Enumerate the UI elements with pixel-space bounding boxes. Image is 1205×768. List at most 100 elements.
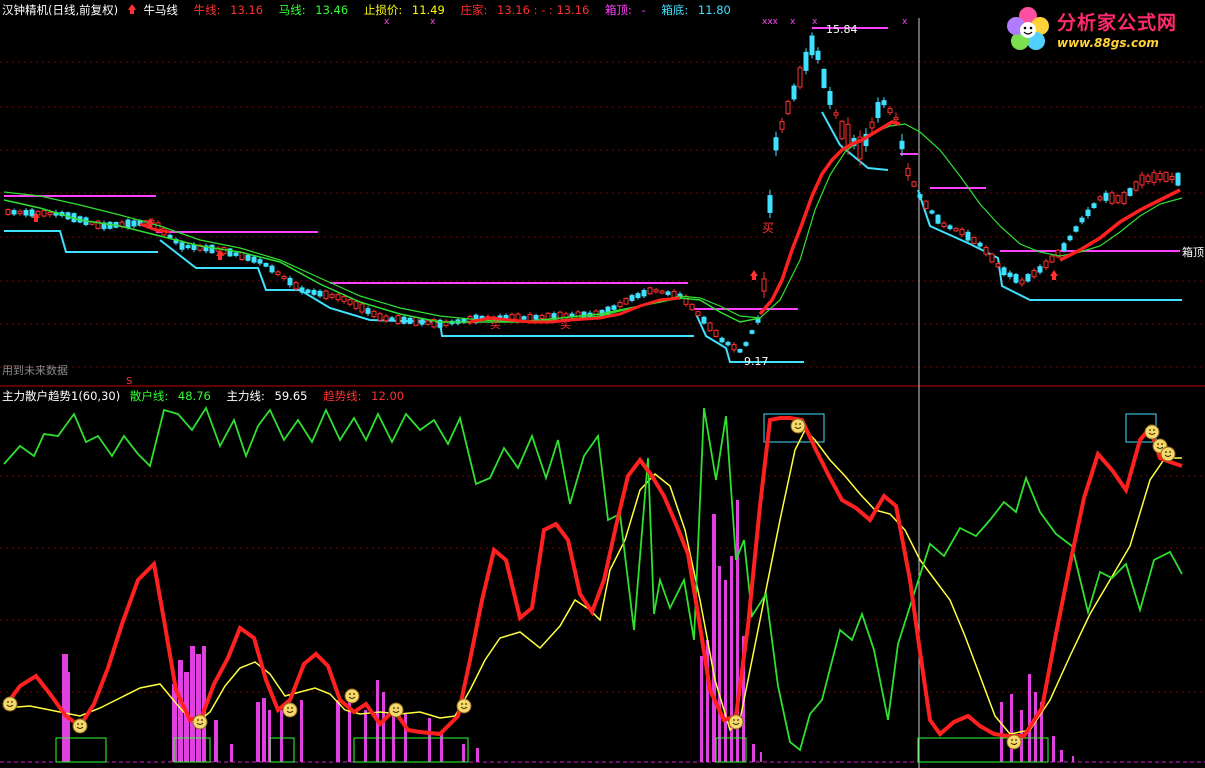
- candle-body: [719, 337, 725, 343]
- candle-body: [287, 277, 293, 286]
- candle-body: [905, 167, 911, 177]
- candle-body: [1043, 260, 1049, 269]
- smiley-eye: [1149, 429, 1151, 431]
- candle-body: [923, 200, 929, 209]
- candle-body: [41, 210, 47, 217]
- candle-body: [635, 293, 641, 299]
- stop-loss-value: 止损价: 11.49: [363, 3, 445, 17]
- candle-body: [827, 91, 833, 105]
- candle-body: [647, 287, 653, 295]
- smiley-eye: [1169, 451, 1171, 453]
- candle-body: [1025, 274, 1031, 282]
- volume-bar: [718, 566, 721, 762]
- candle-body: [617, 301, 623, 307]
- candle-body: [773, 137, 779, 151]
- volume-bar: [700, 656, 703, 762]
- candle-body: [1067, 235, 1073, 241]
- retail-line-value: 散户线: 48.76: [129, 389, 211, 403]
- volume-bar: [336, 700, 340, 762]
- candle-body: [1001, 267, 1007, 276]
- svg-text:xxx: xxx: [762, 17, 779, 27]
- candle-body: [815, 50, 821, 61]
- candle-body: [329, 294, 335, 298]
- future-data-note: 用到未来数据: [2, 364, 68, 377]
- candle-body: [785, 100, 791, 115]
- volume-bar: [300, 700, 303, 762]
- volume-bar: [230, 744, 233, 762]
- smiley-eye: [397, 707, 399, 709]
- candle-body: [179, 242, 185, 250]
- main-panel-header: 汉钟精机(日线,前复权) ⇧ 牛马线 牛线: 13.16 马线: 13.46 止损…: [2, 2, 743, 18]
- candle-body: [47, 211, 53, 216]
- box-top-axis-label: 箱顶: [1182, 246, 1204, 259]
- candle-body: [17, 210, 23, 215]
- candle-body: [209, 244, 215, 254]
- candle-body: [1073, 226, 1079, 232]
- s-marker: S: [126, 376, 132, 387]
- sub-indicator-name: 主力散户趋势1(60,30): [2, 389, 121, 403]
- smiley-eye: [1165, 451, 1167, 453]
- candle-body: [797, 67, 803, 88]
- smiley-eye: [1011, 739, 1013, 741]
- candle-body: [401, 316, 407, 324]
- volume-bar: [280, 710, 283, 762]
- candle-body: [23, 209, 29, 216]
- indicator-name: ⇧ 牛马线: [127, 3, 178, 17]
- candle-body: [419, 319, 425, 325]
- smiley-eye: [1161, 443, 1163, 445]
- volume-bar: [392, 712, 395, 762]
- smiley-eye: [737, 719, 739, 721]
- candle-body: [1145, 175, 1151, 183]
- horse-line: [3, 123, 1183, 323]
- candle-body: [1139, 174, 1145, 186]
- horse-line-value: 马线: 13.46: [278, 3, 349, 17]
- candle-body: [983, 247, 989, 255]
- candle-body: [683, 295, 689, 305]
- candle-body: [917, 194, 923, 198]
- candle-body: [743, 342, 749, 346]
- candle-body: [533, 314, 539, 320]
- candle-body: [1019, 279, 1025, 285]
- candle-body: [347, 299, 353, 305]
- bull-line-2: [469, 296, 681, 324]
- volume-bar: [1010, 694, 1013, 762]
- smiley-icon: [790, 418, 806, 434]
- candle-body: [251, 256, 257, 263]
- candle-body: [1121, 191, 1127, 205]
- stock-title: 汉钟精机(日线,前复权): [2, 3, 119, 17]
- svg-text:x: x: [812, 17, 818, 27]
- smiley-icon: [72, 718, 88, 734]
- candle-body: [935, 214, 941, 224]
- candle-body: [269, 265, 275, 273]
- candle-body: [761, 278, 767, 292]
- candle-body: [1163, 171, 1169, 182]
- volume-bar: [1000, 702, 1003, 762]
- candle-body: [803, 51, 809, 71]
- candle-body: [131, 220, 137, 227]
- candle-body: [167, 234, 173, 238]
- volume-bar: [730, 556, 733, 762]
- candle-body: [527, 313, 533, 322]
- candle-body: [1007, 272, 1013, 278]
- candle-body: [749, 330, 755, 334]
- candle-body: [341, 296, 347, 302]
- flower-logo-icon: [1007, 7, 1049, 50]
- smiley-icon: [282, 702, 298, 718]
- candle-body: [1061, 243, 1067, 251]
- box-top-value: 箱顶: -: [605, 3, 646, 17]
- smiley-eye: [461, 703, 463, 705]
- candle-body: [185, 245, 191, 249]
- candle-body: [665, 291, 671, 295]
- volume-bar: [262, 698, 266, 762]
- candle-body: [953, 227, 959, 232]
- candle-body: [275, 271, 281, 276]
- low-price-label: 9.17: [744, 355, 769, 368]
- candle-body: [221, 247, 227, 255]
- cyan-box-markers: [763, 413, 1157, 443]
- volume-bar: [1052, 736, 1055, 762]
- candle-body: [245, 254, 251, 261]
- candle-body: [611, 305, 617, 310]
- smiley-eye: [287, 707, 289, 709]
- stock-chart[interactable]: x x xxx x x x 买 买 买 15.84 9.17 S: [0, 0, 1205, 768]
- volume-bar: [462, 744, 465, 762]
